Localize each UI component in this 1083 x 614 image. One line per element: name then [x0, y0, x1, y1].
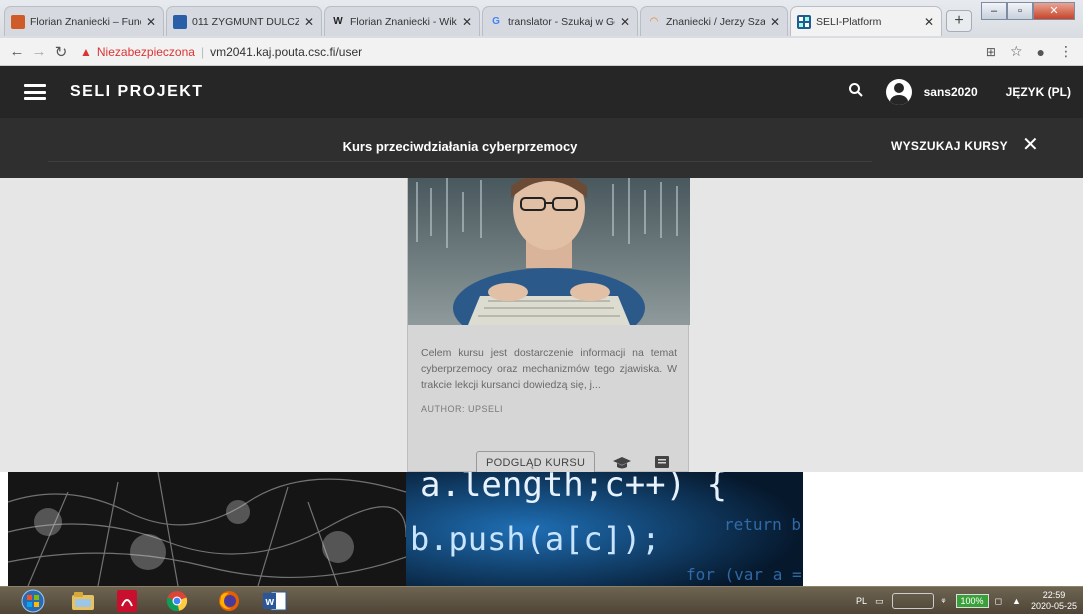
language-indicator[interactable]: PL: [856, 596, 867, 606]
course-author: AUTHOR: UPSELI: [421, 404, 504, 414]
url-text: vm2041.kaj.pouta.csc.fi/user: [210, 44, 363, 59]
url-field[interactable]: ▲ Niezabezpieczona | vm2041.kaj.pouta.cs…: [80, 45, 986, 59]
site-favicon-icon: [173, 14, 187, 29]
browser-tab-6-active[interactable]: SELI-Platform ✕: [790, 6, 942, 36]
browser-tab-2[interactable]: 011 ZYGMUNT DULCZEV ✕: [166, 6, 322, 36]
back-arrow-icon[interactable]: ←: [6, 43, 28, 60]
code-text-line-4: return b;: [724, 515, 803, 534]
course-thumbnail-code[interactable]: a.length;c++) { b.push(a[c]); for (var a…: [406, 472, 803, 586]
course-card[interactable]: Celem kursu jest dostarczenie informacji…: [407, 178, 690, 475]
insecure-label: Niezabezpieczona: [96, 44, 195, 59]
code-text-line-3: for (var a = 0: [686, 565, 803, 584]
language-button[interactable]: JĘZYK (PL): [1006, 85, 1071, 99]
tab-title: Znaniecki / Jerzy Szacki.: [666, 15, 765, 28]
forward-arrow-icon[interactable]: →: [28, 43, 50, 60]
url-separator: |: [200, 44, 205, 59]
firefox-icon[interactable]: [212, 589, 246, 613]
wikipedia-icon: W: [333, 16, 343, 27]
minimize-button[interactable]: –: [981, 2, 1007, 20]
battery-indicator[interactable]: 100%: [955, 594, 989, 608]
tab-title: 011 ZYGMUNT DULCZEV: [192, 15, 299, 28]
close-window-button[interactable]: ✕: [1033, 2, 1075, 20]
browser-tab-4[interactable]: G translator - Szukaj w Goo ✕: [482, 6, 638, 36]
svg-text:w: w: [265, 596, 275, 608]
browser-tab-strip: Florian Znaniecki – Fund ✕ 011 ZYGMUNT D…: [0, 0, 1083, 38]
pdf-reader-icon[interactable]: [110, 589, 144, 613]
windows-start-icon[interactable]: [16, 589, 50, 613]
course-thumbnail-dark-forest[interactable]: [8, 472, 406, 586]
code-text-line-2: b.push(a[c]);: [410, 520, 660, 558]
app-navbar: SELI PROJEKT sans2020 JĘZYK (PL): [0, 66, 1083, 118]
tab-title: translator - Szukaj w Goo: [508, 15, 615, 28]
course-description: Celem kursu jest dostarczenie informacji…: [421, 347, 677, 391]
warning-triangle-icon: ▲: [80, 44, 92, 59]
battery-icon: ◻: [994, 595, 1003, 606]
close-icon[interactable]: ✕: [461, 15, 473, 29]
keyboard-icon[interactable]: ▭: [875, 596, 884, 607]
browser-tab-3[interactable]: W Florian Znaniecki - Wikip ✕: [324, 6, 480, 36]
hamburger-menu-icon[interactable]: [24, 84, 46, 100]
clock-time: 22:59: [1042, 590, 1066, 600]
reload-icon[interactable]: ↻: [50, 43, 72, 61]
browser-tab-1[interactable]: Florian Znaniecki – Fund ✕: [4, 6, 164, 36]
course-search-bar: Kurs przeciwdziałania cyberprzemocy WYSZ…: [0, 118, 1083, 178]
close-search-icon[interactable]: ✕: [1022, 134, 1039, 156]
close-icon[interactable]: ✕: [923, 15, 935, 29]
file-explorer-icon[interactable]: [66, 589, 100, 613]
address-bar: ← → ↻ ▲ Niezabezpieczona | vm2041.kaj.po…: [0, 38, 1083, 66]
windows-taskbar: w PL ▭ ᵠ 100% ◻ ▲ 22:59 2020-05-25: [0, 586, 1083, 614]
address-bar-actions: ⊞ ☆ ● ⋮: [986, 43, 1083, 60]
wireless-icon[interactable]: ᵠ: [942, 596, 946, 606]
tab-title: SELI-Platform: [816, 15, 882, 28]
clock[interactable]: 22:59 2020-05-25: [1031, 590, 1077, 612]
word-icon[interactable]: w: [258, 589, 292, 613]
navbar-right: sans2020 JĘZYK (PL): [848, 79, 1083, 105]
main-content: Celem kursu jest dostarczenie informacji…: [0, 178, 1083, 475]
new-tab-button[interactable]: +: [946, 10, 972, 32]
course-image: [408, 178, 690, 325]
loading-arc-icon: ◠: [650, 16, 658, 27]
close-icon[interactable]: ✕: [769, 15, 781, 29]
screen: Florian Znaniecki – Fund ✕ 011 ZYGMUNT D…: [0, 0, 1083, 614]
menu-dots-icon[interactable]: ⋮: [1059, 43, 1073, 60]
browser-tab-5[interactable]: ◠ Znaniecki / Jerzy Szacki. ✕: [640, 6, 788, 36]
window-controls: – ▫ ✕: [981, 2, 1075, 20]
network-signal-icon[interactable]: [891, 593, 934, 609]
person-favicon-icon: [11, 14, 25, 29]
search-courses-button[interactable]: WYSZUKAJ KURSY: [891, 139, 1008, 153]
maximize-button[interactable]: ▫: [1007, 2, 1033, 20]
user-avatar-icon[interactable]: [885, 79, 912, 105]
system-tray: PL ▭ ᵠ 100% ◻ ▲ 22:59 2020-05-25: [856, 587, 1083, 614]
google-icon: G: [492, 16, 500, 27]
tab-title: Florian Znaniecki – Fund: [30, 15, 141, 28]
close-icon[interactable]: ✕: [145, 15, 157, 29]
tab-title: Florian Znaniecki - Wikip: [350, 15, 457, 28]
bookmark-star-icon[interactable]: ☆: [1010, 43, 1023, 60]
chrome-icon[interactable]: [160, 589, 194, 613]
brand-title[interactable]: SELI PROJEKT: [70, 83, 204, 101]
translate-icon[interactable]: ⊞: [986, 45, 996, 59]
search-icon[interactable]: [848, 82, 864, 103]
course-search-input[interactable]: Kurs przeciwdziałania cyberprzemocy: [48, 132, 872, 162]
clock-date: 2020-05-25: [1030, 601, 1077, 611]
username[interactable]: sans2020: [924, 85, 978, 99]
profile-icon[interactable]: ●: [1037, 44, 1045, 60]
tray-expand-icon[interactable]: ▲: [1012, 596, 1021, 606]
close-icon[interactable]: ✕: [303, 15, 315, 29]
close-icon[interactable]: ✕: [619, 15, 631, 29]
seli-favicon-icon: [797, 14, 811, 29]
code-text-line-1: a.length;c++) {: [420, 472, 727, 505]
